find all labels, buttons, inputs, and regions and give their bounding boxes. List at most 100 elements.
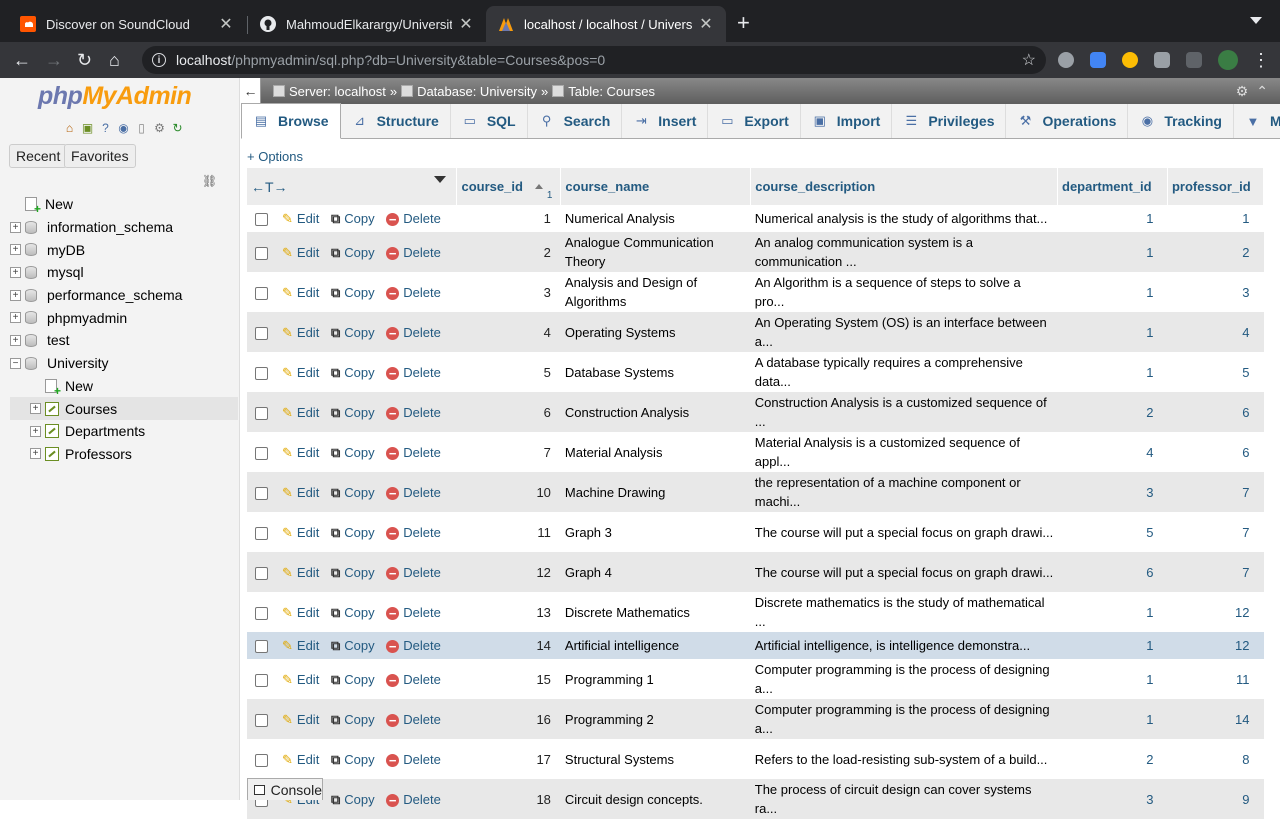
cell-course-description[interactable]: Discrete mathematics is the study of mat… bbox=[750, 592, 1058, 632]
row-checkbox[interactable] bbox=[255, 213, 268, 227]
expand-icon[interactable]: + bbox=[10, 312, 21, 324]
edit-link[interactable]: ✎Edit bbox=[282, 672, 319, 687]
delete-link[interactable]: − Delete bbox=[386, 245, 441, 260]
edit-link[interactable]: ✎Edit bbox=[282, 485, 319, 500]
cell-course-description[interactable]: The course will put a special focus on g… bbox=[750, 552, 1058, 592]
translate-icon[interactable] bbox=[1090, 52, 1106, 68]
cell-professor-id[interactable]: 11 bbox=[1167, 659, 1264, 699]
cell-course-description[interactable]: The process of circuit design can cover … bbox=[750, 779, 1058, 819]
row-checkbox[interactable] bbox=[255, 673, 268, 687]
cell-professor-id[interactable]: 14 bbox=[1167, 699, 1264, 739]
cell-course-description[interactable]: An Algorithm is a sequence of steps to s… bbox=[750, 272, 1058, 312]
copy-link[interactable]: ⧉ Copy bbox=[331, 485, 375, 500]
collapse-icon[interactable]: ⌃ bbox=[1256, 83, 1276, 99]
browser-tab-github[interactable]: MahmoudElkarargy/University- ✕ bbox=[248, 6, 486, 42]
copy-link[interactable]: ⧉ Copy bbox=[331, 445, 375, 460]
tab-search-icon[interactable] bbox=[1250, 17, 1262, 24]
delete-link[interactable]: − Delete bbox=[386, 405, 441, 420]
collapse-sidebar-icon[interactable]: ← bbox=[241, 78, 261, 104]
row-checkbox[interactable] bbox=[255, 446, 268, 460]
cell-course-description[interactable]: Computer programming is the process of d… bbox=[750, 659, 1058, 699]
copy-link[interactable]: ⧉ Copy bbox=[331, 752, 375, 767]
column-header-professor_id[interactable]: professor_id bbox=[1167, 168, 1265, 205]
delete-link[interactable]: − Delete bbox=[386, 672, 441, 687]
cell-professor-id[interactable]: 4 bbox=[1167, 312, 1264, 352]
cell-course-name[interactable]: Graph 3 bbox=[560, 512, 751, 552]
row-checkbox[interactable] bbox=[255, 326, 268, 340]
tab-search[interactable]: ⚲ Search bbox=[528, 104, 623, 138]
tab-insert[interactable]: ⇥ Insert bbox=[622, 104, 709, 138]
tree-item-performance-schema[interactable]: + performance_schema bbox=[10, 284, 238, 307]
tree-item-new[interactable]: New bbox=[10, 193, 238, 216]
delete-link[interactable]: − Delete bbox=[386, 525, 441, 540]
cell-course-name[interactable]: Graph 4 bbox=[560, 552, 751, 592]
close-icon[interactable]: ✕ bbox=[458, 14, 474, 34]
cell-course-name[interactable]: Circuit design concepts. bbox=[560, 779, 751, 819]
copy-link[interactable]: ⧉ Copy bbox=[331, 638, 375, 653]
cell-course-description[interactable]: Material Analysis is a customized sequen… bbox=[750, 432, 1058, 472]
row-checkbox[interactable] bbox=[255, 753, 268, 767]
cell-department-id[interactable]: 1 bbox=[1057, 312, 1168, 352]
copy-link[interactable]: ⧉ Copy bbox=[331, 712, 375, 727]
row-checkbox[interactable] bbox=[255, 486, 268, 500]
row-checkbox[interactable] bbox=[255, 713, 268, 727]
row-checkbox[interactable] bbox=[255, 406, 268, 420]
cell-department-id[interactable]: 1 bbox=[1057, 205, 1168, 232]
cell-course-description[interactable]: Refers to the load-resisting sub-system … bbox=[750, 739, 1058, 779]
edit-link[interactable]: ✎Edit bbox=[282, 605, 319, 620]
cell-course-description[interactable]: the representation of a machine componen… bbox=[750, 472, 1058, 512]
cell-professor-id[interactable]: 7 bbox=[1167, 472, 1264, 512]
tree-item-mysql[interactable]: + mysql bbox=[10, 261, 238, 284]
row-checkbox[interactable] bbox=[255, 640, 268, 654]
menu-icon[interactable]: ⋮ bbox=[1252, 50, 1270, 70]
reload-icon[interactable]: ↻ bbox=[170, 120, 185, 135]
expand-icon[interactable]: + bbox=[30, 425, 41, 437]
expand-icon[interactable]: + bbox=[30, 448, 41, 460]
close-icon[interactable]: ✕ bbox=[698, 14, 714, 34]
home-icon[interactable]: ⌂ bbox=[62, 120, 77, 135]
recent-button[interactable]: Recent bbox=[9, 144, 68, 168]
delete-link[interactable]: − Delete bbox=[386, 638, 441, 653]
favorites-button[interactable]: Favorites bbox=[64, 144, 136, 168]
row-checkbox[interactable] bbox=[255, 366, 268, 380]
cell-department-id[interactable]: 1 bbox=[1057, 632, 1168, 659]
cell-professor-id[interactable]: 7 bbox=[1167, 552, 1264, 592]
delete-link[interactable]: − Delete bbox=[386, 565, 441, 580]
tree-item-information-schema[interactable]: + information_schema bbox=[10, 216, 238, 239]
cell-course-name[interactable]: Programming 1 bbox=[560, 659, 751, 699]
cell-course-description[interactable]: An Operating System (OS) is an interface… bbox=[750, 312, 1058, 352]
cell-course-name[interactable]: Analogue Communication Theory bbox=[560, 232, 751, 272]
breadcrumb-database[interactable]: Database: University bbox=[401, 84, 537, 99]
tab-privileges[interactable]: ☰ Privileges bbox=[892, 104, 1007, 138]
tab-tracking[interactable]: ◉ Tracking bbox=[1128, 104, 1234, 138]
column-resize-icon[interactable]: ←T→ bbox=[251, 179, 288, 195]
cell-course-name[interactable]: Discrete Mathematics bbox=[560, 592, 751, 632]
row-checkbox[interactable] bbox=[255, 246, 268, 260]
delete-link[interactable]: − Delete bbox=[386, 485, 441, 500]
cell-course-id[interactable]: 16 bbox=[456, 699, 561, 739]
expand-icon[interactable]: + bbox=[10, 289, 21, 301]
cell-course-id[interactable]: 2 bbox=[456, 232, 561, 272]
tree-item-departments[interactable]: + Departments bbox=[10, 420, 238, 443]
delete-link[interactable]: − Delete bbox=[386, 605, 441, 620]
cell-department-id[interactable]: 4 bbox=[1057, 432, 1168, 472]
delete-link[interactable]: − Delete bbox=[386, 712, 441, 727]
copy-link[interactable]: ⧉ Copy bbox=[331, 792, 375, 807]
avatar[interactable] bbox=[1218, 50, 1238, 70]
home-icon[interactable]: ⌂ bbox=[109, 50, 120, 70]
back-icon[interactable]: ← bbox=[13, 50, 31, 70]
cell-professor-id[interactable]: 2 bbox=[1167, 232, 1264, 272]
row-checkbox[interactable] bbox=[255, 566, 268, 580]
copy-link[interactable]: ⧉ Copy bbox=[331, 565, 375, 580]
cell-course-name[interactable]: Numerical Analysis bbox=[560, 205, 751, 232]
edit-link[interactable]: ✎Edit bbox=[282, 525, 319, 540]
edit-link[interactable]: ✎Edit bbox=[282, 712, 319, 727]
cell-professor-id[interactable]: 6 bbox=[1167, 432, 1264, 472]
cell-professor-id[interactable]: 7 bbox=[1167, 512, 1264, 552]
cell-course-id[interactable]: 1 bbox=[456, 205, 561, 232]
tab-export[interactable]: ▭ Export bbox=[708, 104, 801, 138]
edit-link[interactable]: ✎Edit bbox=[282, 565, 319, 580]
phpmyadmin-logo[interactable]: phpMyAdmin bbox=[38, 82, 192, 111]
cell-course-id[interactable]: 5 bbox=[456, 352, 561, 392]
cell-course-id[interactable]: 6 bbox=[456, 392, 561, 432]
